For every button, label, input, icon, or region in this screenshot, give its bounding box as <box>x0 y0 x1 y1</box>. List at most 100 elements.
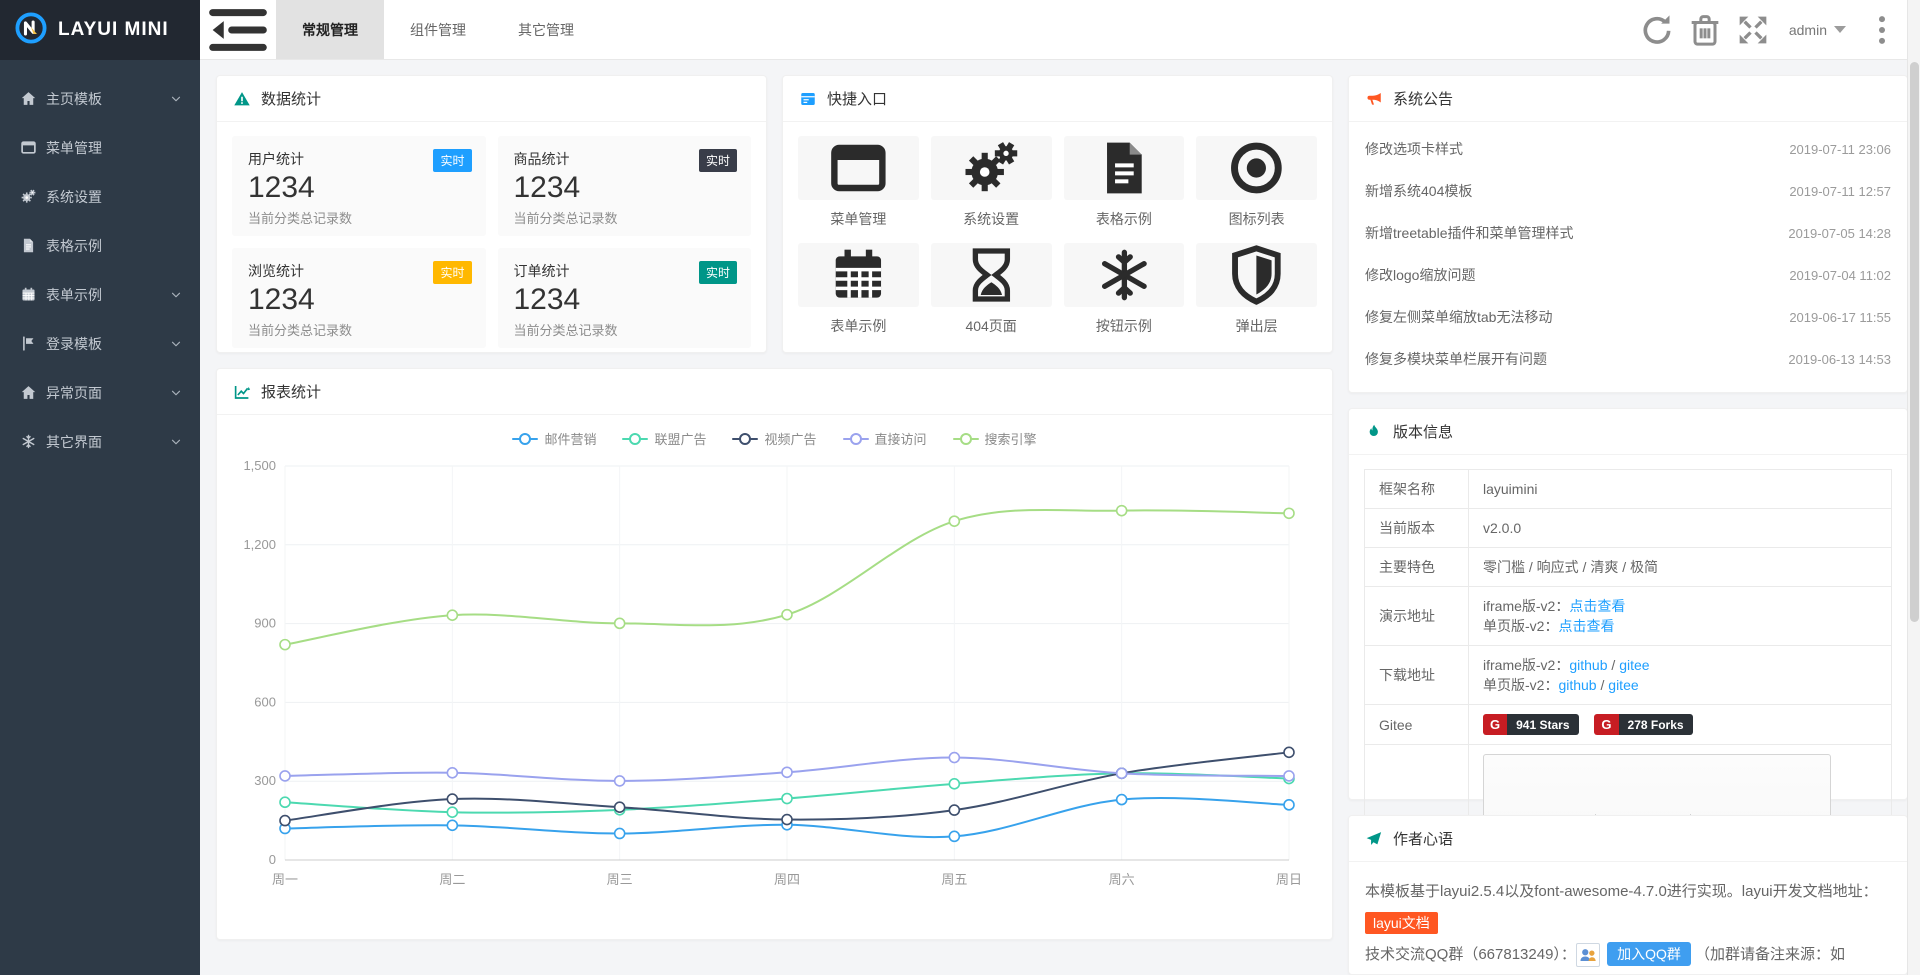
announcements-card: 系统公告 修改选项卡样式 2019-07-11 23:06 新增系统404模板 … <box>1348 75 1908 393</box>
file-icon <box>1064 136 1185 200</box>
report-chart-card: 报表统计 邮件营销联盟广告视频广告直接访问搜索引擎 03006009001,20… <box>216 368 1333 940</box>
table-row: 当前版本 v2.0.0 <box>1365 509 1892 548</box>
version-demo-label: 演示地址 <box>1365 587 1469 646</box>
collapse-menu-icon <box>200 0 276 68</box>
legend-item[interactable]: 邮件营销 <box>512 429 596 448</box>
app-layout: LAYUI MINI 主页模板 菜单管理 系统设置 表格示例 表单 <box>0 0 1920 975</box>
legend-item[interactable]: 联盟广告 <box>622 429 706 448</box>
svg-text:300: 300 <box>254 773 276 788</box>
quick-item-404-page[interactable]: 404页面 <box>931 243 1052 336</box>
shield-icon <box>1196 243 1317 307</box>
quick-item-label: 弹出层 <box>1196 316 1317 336</box>
qq-group-icon[interactable] <box>1576 943 1600 967</box>
gitee-link[interactable]: gitee <box>1608 677 1638 693</box>
sidebar-item-table-demo[interactable]: 表格示例 <box>0 221 200 270</box>
tab-component-manage[interactable]: 组件管理 <box>384 0 492 59</box>
sidebar-item-other-pages[interactable]: 其它界面 <box>0 417 200 466</box>
svg-text:周四: 周四 <box>774 872 800 887</box>
logo-title: LAYUI MINI <box>58 19 169 41</box>
collapse-menu-button[interactable] <box>200 0 276 59</box>
quick-item-system-settings[interactable]: 系统设置 <box>931 136 1052 229</box>
sidebar-item-menu-manage[interactable]: 菜单管理 <box>0 123 200 172</box>
card-title: 系统公告 <box>1393 88 1453 109</box>
announcement-item[interactable]: 修改logo缩放问题 2019-07-04 11:02 <box>1365 254 1891 296</box>
link-separator: / <box>1608 657 1620 673</box>
sidebar-item-login-template[interactable]: 登录模板 <box>0 319 200 368</box>
fullscreen-icon <box>1733 10 1773 50</box>
chart-canvas: 03006009001,2001,500周一周二周三周四周五周六周日 <box>227 452 1307 900</box>
gitee-forks-badge[interactable]: G278 Forks <box>1594 714 1692 735</box>
file-icon <box>20 237 37 254</box>
chevron-down-icon <box>170 93 182 105</box>
quick-item-menu-manage[interactable]: 菜单管理 <box>798 136 919 229</box>
layui-doc-badge[interactable]: layui文档 <box>1365 912 1438 934</box>
quick-item-table-demo[interactable]: 表格示例 <box>1064 136 1185 229</box>
calendar-icon <box>798 243 919 307</box>
chart-legend: 邮件营销 联盟广告 视频广告 直接访问 搜索引擎 <box>217 415 1332 450</box>
legend-marker-icon <box>622 433 648 445</box>
announcement-time: 2019-06-13 14:53 <box>1788 352 1891 367</box>
snowflake-icon <box>20 433 37 450</box>
github-link[interactable]: github <box>1558 677 1596 693</box>
scrollbar-thumb[interactable] <box>1910 62 1919 622</box>
download-line-prefix: 单页版-v2： <box>1483 677 1558 693</box>
svg-text:周五: 周五 <box>941 872 967 887</box>
svg-text:1,500: 1,500 <box>243 458 276 473</box>
legend-item[interactable]: 直接访问 <box>843 429 927 448</box>
sidebar-item-home-template[interactable]: 主页模板 <box>0 74 200 123</box>
clear-cache-button[interactable] <box>1685 10 1725 50</box>
demo-view-link[interactable]: 点击查看 <box>1569 598 1625 614</box>
version-feat-label: 主要特色 <box>1365 548 1469 587</box>
demo-view-link[interactable]: 点击查看 <box>1558 618 1614 634</box>
stat-views: 浏览统计 1234 当前分类总记录数 实时 <box>232 248 486 348</box>
legend-label: 邮件营销 <box>544 429 596 448</box>
tab-general-manage[interactable]: 常规管理 <box>276 0 384 59</box>
announcement-text: 新增系统404模板 <box>1365 181 1789 201</box>
announcement-item[interactable]: 修改选项卡样式 2019-07-11 23:06 <box>1365 128 1891 170</box>
legend-label: 视频广告 <box>764 429 816 448</box>
author-text: 本模板基于layui2.5.4以及font-awesome-4.7.0进行实现。… <box>1365 883 1878 900</box>
announcement-time: 2019-07-04 11:02 <box>1789 268 1891 283</box>
sidebar-item-system-settings[interactable]: 系统设置 <box>0 172 200 221</box>
announcement-text: 修复左侧菜单缩放tab无法移动 <box>1365 307 1789 327</box>
legend-marker-icon <box>512 433 538 445</box>
link-separator: / <box>1597 677 1609 693</box>
more-menu-button[interactable] <box>1862 10 1902 50</box>
github-link[interactable]: github <box>1569 657 1607 673</box>
join-qq-group-badge[interactable]: 加入QQ群 <box>1607 942 1691 966</box>
table-row: 框架名称 layuimini <box>1365 470 1892 509</box>
svg-text:1,200: 1,200 <box>243 537 276 552</box>
announcement-item[interactable]: 修复多模块菜单栏展开有问题 2019-06-13 14:53 <box>1365 338 1891 380</box>
legend-item[interactable]: 视频广告 <box>732 429 816 448</box>
quick-item-icon-list[interactable]: 图标列表 <box>1196 136 1317 229</box>
quick-item-button-demo[interactable]: 按钮示例 <box>1064 243 1185 336</box>
fullscreen-button[interactable] <box>1733 10 1773 50</box>
paper-plane-icon <box>1365 830 1383 848</box>
quick-item-popup-layer[interactable]: 弹出层 <box>1196 243 1317 336</box>
sidebar-item-error-pages[interactable]: 异常页面 <box>0 368 200 417</box>
quick-item-form-demo[interactable]: 表单示例 <box>798 243 919 336</box>
svg-text:周三: 周三 <box>607 872 633 887</box>
warning-icon <box>233 90 251 108</box>
announcements-header: 系统公告 <box>1349 76 1907 122</box>
svg-text:900: 900 <box>254 616 276 631</box>
top-header: 常规管理 组件管理 其它管理 admin <box>200 0 1920 60</box>
username: admin <box>1789 22 1827 38</box>
announcement-item[interactable]: 修复左侧菜单缩放tab无法移动 2019-06-17 11:55 <box>1365 296 1891 338</box>
announcement-item[interactable]: 新增系统404模板 2019-07-11 12:57 <box>1365 170 1891 212</box>
card-title: 快捷入口 <box>827 88 887 109</box>
gitee-stars-badge[interactable]: G941 Stars <box>1483 714 1579 735</box>
refresh-button[interactable] <box>1637 10 1677 50</box>
sidebar-item-form-demo[interactable]: 表单示例 <box>0 270 200 319</box>
legend-item[interactable]: 搜索引擎 <box>953 429 1037 448</box>
ellipsis-icon <box>1862 10 1902 50</box>
tab-other-manage[interactable]: 其它管理 <box>492 0 600 59</box>
logo[interactable]: LAYUI MINI <box>0 0 200 60</box>
gitee-link[interactable]: gitee <box>1619 657 1649 673</box>
svg-text:周六: 周六 <box>1109 872 1135 887</box>
stat-users: 用户统计 1234 当前分类总记录数 实时 <box>232 136 486 236</box>
home-icon <box>20 90 37 107</box>
user-dropdown[interactable]: admin <box>1781 22 1854 38</box>
sidebar: LAYUI MINI 主页模板 菜单管理 系统设置 表格示例 表单 <box>0 0 200 975</box>
announcement-item[interactable]: 新增treetable插件和菜单管理样式 2019-07-05 14:28 <box>1365 212 1891 254</box>
